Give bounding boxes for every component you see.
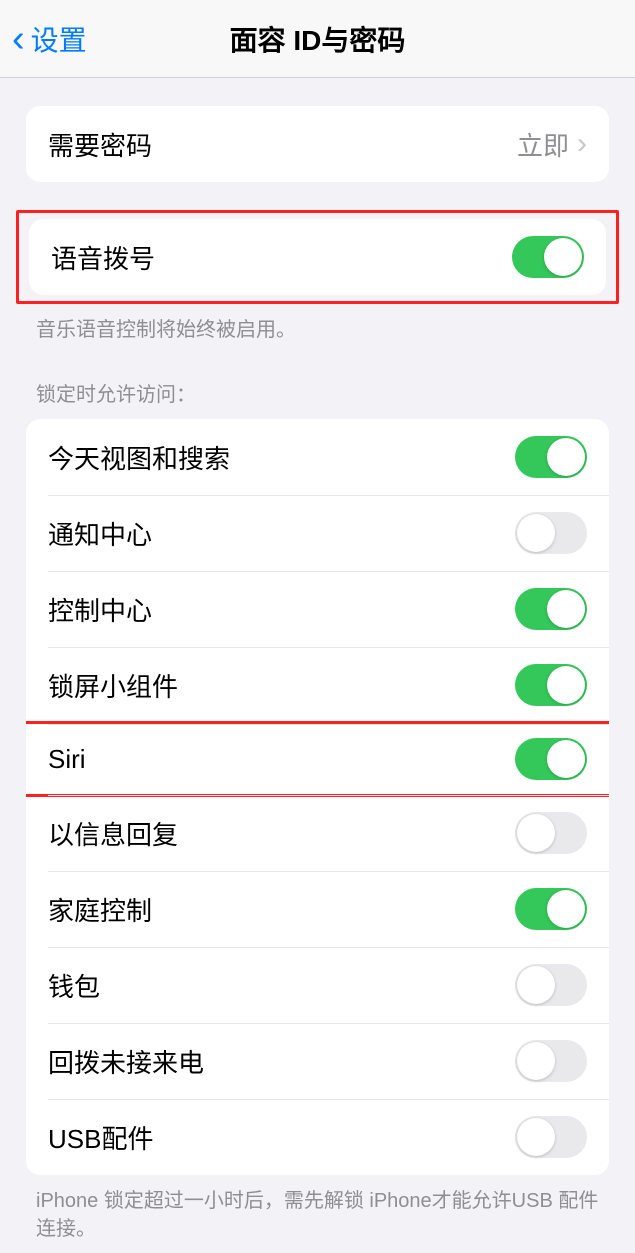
locked-access-label: 回拨未接来电 — [48, 1043, 515, 1080]
locked-access-label: 控制中心 — [48, 591, 515, 628]
locked-access-label: 锁屏小组件 — [48, 667, 515, 704]
locked-access-toggle[interactable] — [515, 964, 587, 1006]
locked-access-label: USB配件 — [48, 1119, 515, 1156]
voice-dial-group: 语音拨号 — [29, 219, 606, 295]
require-passcode-row[interactable]: 需要密码 立即 › — [26, 106, 609, 182]
locked-access-toggle[interactable] — [515, 812, 587, 854]
voice-dial-footer: 音乐语音控制将始终被启用。 — [36, 316, 599, 344]
voice-dial-toggle[interactable] — [512, 236, 584, 278]
locked-access-row: Siri — [26, 721, 609, 797]
locked-access-row: USB配件 — [26, 1099, 609, 1175]
require-passcode-group: 需要密码 立即 › — [26, 106, 609, 182]
locked-access-label: 钱包 — [48, 967, 515, 1004]
locked-access-toggle[interactable] — [515, 738, 587, 780]
locked-access-footer: iPhone 锁定超过一小时后，需先解锁 iPhone才能允许USB 配件连接。 — [36, 1187, 599, 1243]
back-button[interactable]: 设置 — [31, 19, 87, 59]
locked-access-row: 回拨未接来电 — [26, 1023, 609, 1099]
locked-access-toggle[interactable] — [515, 1040, 587, 1082]
locked-access-toggle[interactable] — [515, 664, 587, 706]
locked-access-row: 以信息回复 — [26, 795, 609, 871]
locked-access-row: 锁屏小组件 — [26, 647, 609, 723]
locked-access-toggle[interactable] — [515, 436, 587, 478]
locked-access-toggle[interactable] — [515, 512, 587, 554]
locked-access-toggle[interactable] — [515, 1116, 587, 1158]
voice-dial-highlight: 语音拨号 — [16, 210, 619, 304]
locked-access-row: 今天视图和搜索 — [26, 419, 609, 495]
locked-access-header: 锁定时允许访问： — [36, 378, 599, 407]
locked-access-label: 家庭控制 — [48, 891, 515, 928]
locked-access-row: 家庭控制 — [26, 871, 609, 947]
locked-access-row: 控制中心 — [26, 571, 609, 647]
chevron-right-icon: › — [577, 127, 587, 161]
locked-access-toggle[interactable] — [515, 888, 587, 930]
locked-access-label: 通知中心 — [48, 515, 515, 552]
navbar: ‹ 设置 面容 ID与密码 — [0, 0, 635, 78]
locked-access-label: 以信息回复 — [48, 815, 515, 852]
voice-dial-row: 语音拨号 — [29, 219, 606, 295]
locked-access-toggle[interactable] — [515, 588, 587, 630]
voice-dial-label: 语音拨号 — [51, 239, 512, 276]
locked-access-row: 通知中心 — [26, 495, 609, 571]
locked-access-row: 钱包 — [26, 947, 609, 1023]
locked-access-label: 今天视图和搜索 — [48, 439, 515, 476]
require-passcode-value: 立即 — [517, 126, 569, 163]
back-chevron-icon[interactable]: ‹ — [12, 20, 25, 58]
page-title: 面容 ID与密码 — [0, 19, 635, 59]
require-passcode-label: 需要密码 — [48, 126, 517, 163]
locked-access-label: Siri — [48, 744, 515, 775]
locked-access-group: 今天视图和搜索通知中心控制中心锁屏小组件 Siri 以信息回复家庭控制钱包回拨未接来… — [26, 419, 609, 1175]
